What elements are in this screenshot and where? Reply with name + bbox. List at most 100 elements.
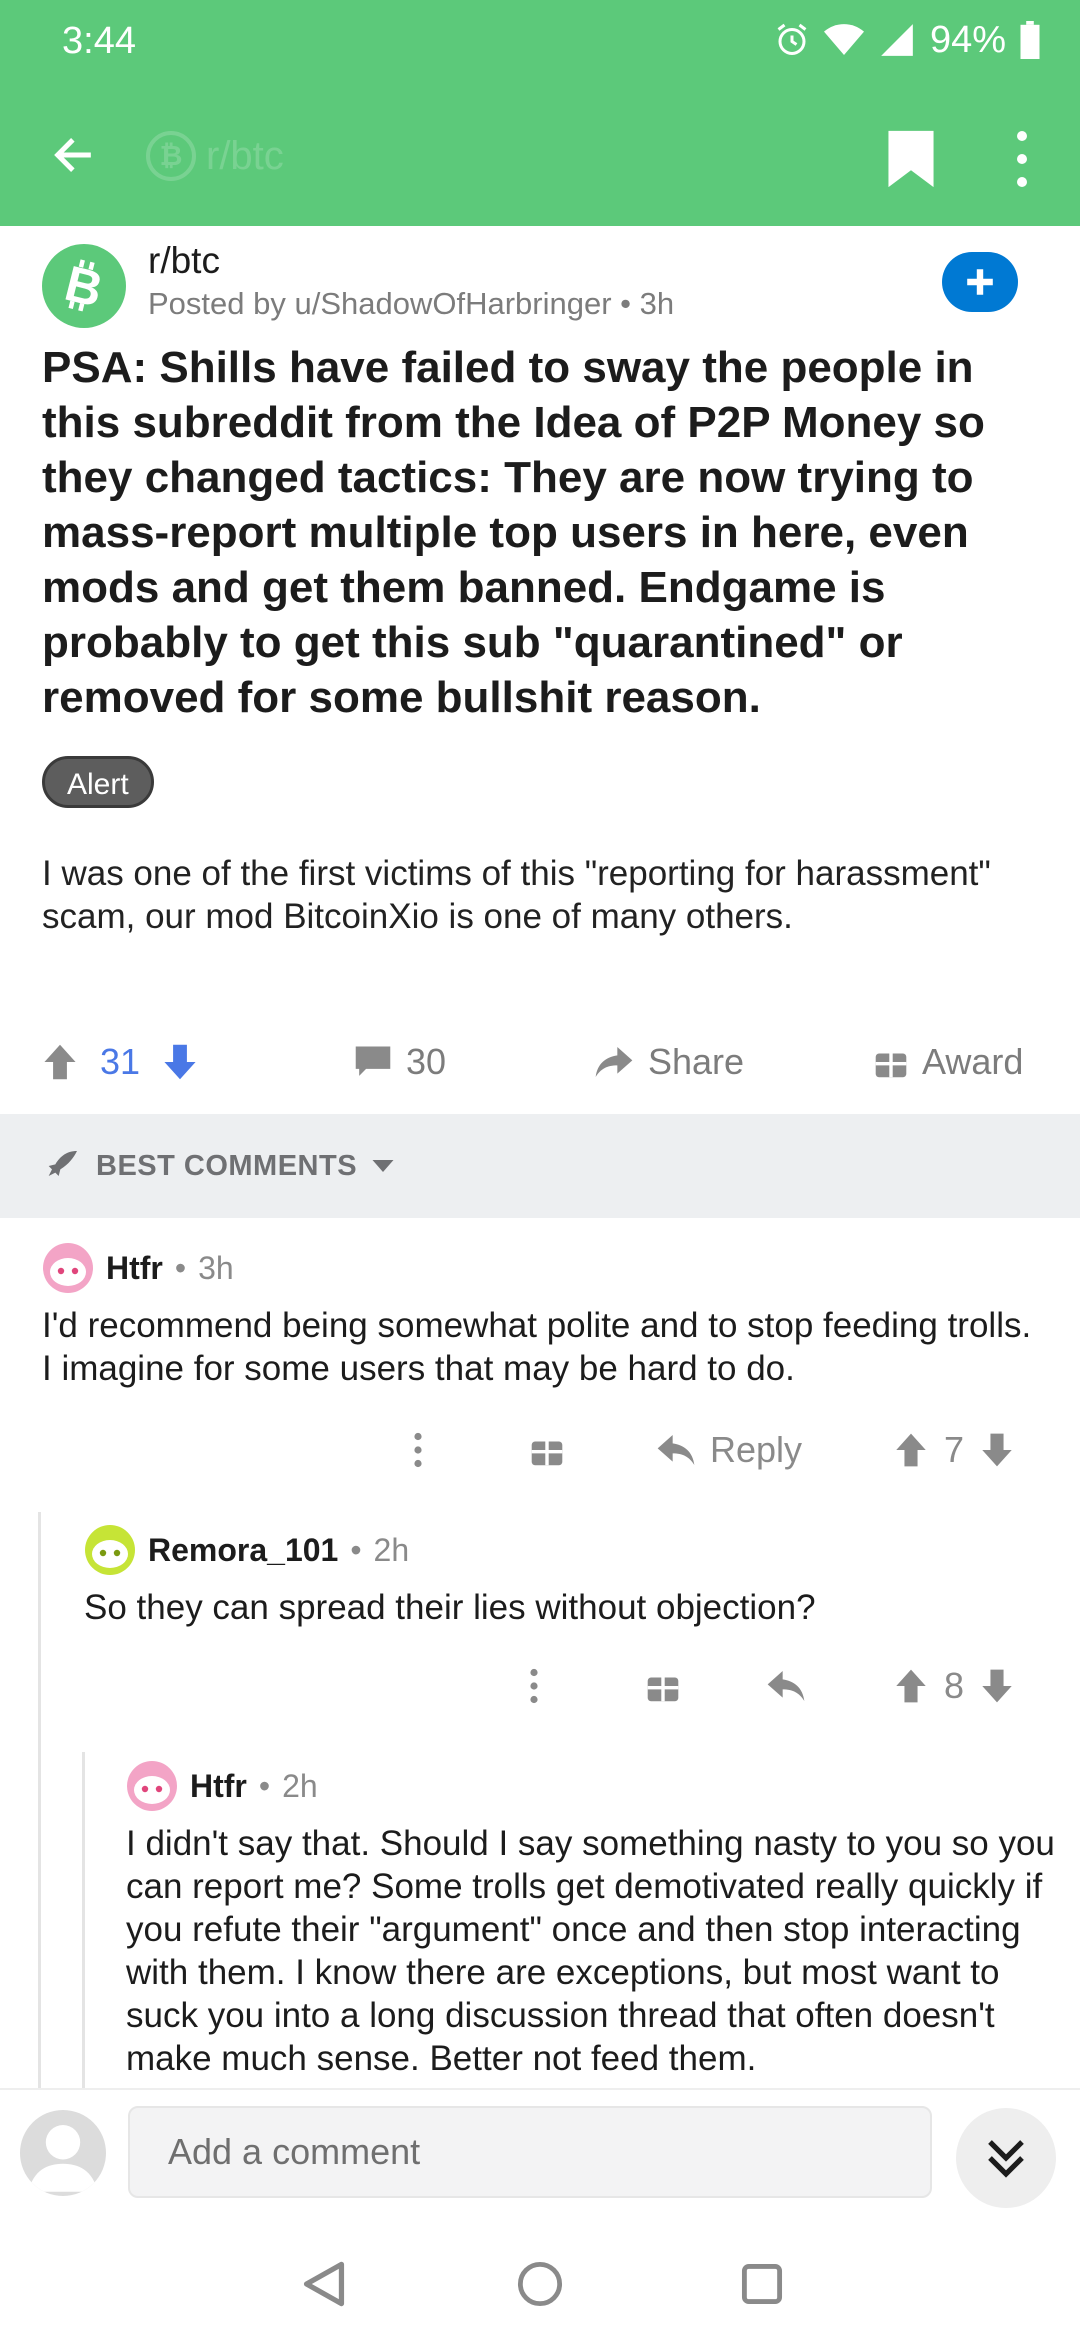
top-bar: 3:44 94% ₿ r/btc [0, 0, 1080, 226]
subreddit-avatar[interactable]: B [42, 244, 126, 328]
battery-percent: 94% [929, 18, 1006, 61]
avatar[interactable] [126, 1760, 178, 1812]
snoo-avatar-icon [127, 1761, 177, 1811]
plus-icon [967, 269, 993, 295]
comments-button[interactable]: 30 [354, 1030, 446, 1094]
triangle-back-icon [303, 2261, 345, 2307]
comment-reply-button[interactable]: Reply [656, 1420, 802, 1480]
comment-time: 2h [282, 1767, 318, 1804]
reply-icon [657, 1435, 695, 1465]
post-byline[interactable]: Posted by u/ShadowOfHarbringer • 3h [148, 286, 674, 322]
snoo-avatar-icon [43, 1243, 93, 1293]
comment-actions: 8 [84, 1656, 1042, 1716]
snoo-avatar-icon [85, 1525, 135, 1575]
double-chevron-down-icon [988, 2140, 1024, 2178]
rocket-icon [48, 1151, 77, 1176]
gift-icon [647, 1677, 679, 1702]
reply-label: Reply [710, 1429, 803, 1470]
comment: Remora_101 • 2h So they can spread their… [84, 1524, 1042, 1724]
comment-username[interactable]: Remora_101 [148, 1532, 338, 1569]
share-button[interactable]: Share [594, 1030, 744, 1094]
comment-header: Remora_101 • 2h [84, 1524, 409, 1576]
join-button[interactable] [942, 252, 1018, 312]
post-title: PSA: Shills have failed to sway the peop… [42, 343, 985, 722]
comment-count: 30 [406, 1041, 447, 1082]
user-avatar-icon [28, 2125, 98, 2192]
bookmark-button[interactable] [884, 128, 938, 190]
back-arrow-icon [54, 138, 91, 172]
signal-icon [881, 24, 913, 56]
comment-username[interactable]: Htfr [190, 1768, 247, 1805]
post-body: I was one of the first victims of this "… [42, 854, 991, 936]
sort-label: BEST COMMENTS [96, 1149, 358, 1182]
comment-body: I'd recommend being somewhat polite and … [42, 1306, 1032, 1388]
comment-sort-bar[interactable]: BEST COMMENTS [0, 1114, 1080, 1218]
more-vertical-icon [1017, 130, 1027, 141]
status-time: 3:44 [62, 20, 136, 62]
nav-recents-button[interactable] [732, 2254, 792, 2314]
upvote-icon[interactable] [894, 1668, 928, 1704]
back-button[interactable] [40, 122, 106, 188]
downvote-icon[interactable] [162, 1043, 198, 1081]
comment-vote-count: 8 [944, 1665, 965, 1706]
comment-separator: • [174, 1249, 187, 1286]
circle-home-icon [517, 2261, 563, 2307]
comment-input[interactable]: Add a comment [128, 2106, 932, 2198]
appbar-subreddit-name: r/btc [206, 133, 284, 178]
bitcoin-logo-icon: B [60, 256, 109, 316]
comment-separator: • [350, 1531, 362, 1568]
comment-reply-button[interactable] [766, 1656, 806, 1716]
collapse-threads-button[interactable] [956, 2108, 1056, 2208]
gift-icon [531, 1441, 563, 1466]
system-nav-bar [0, 2228, 1080, 2340]
avatar[interactable] [42, 1242, 94, 1294]
gift-icon [875, 1053, 907, 1078]
share-icon [595, 1047, 633, 1077]
comment-vote-count: 7 [944, 1429, 965, 1470]
comment-body: So they can spread their lies without ob… [84, 1588, 816, 1627]
upvote-icon[interactable] [42, 1043, 78, 1081]
app-bar: ₿ r/btc [0, 100, 1080, 210]
post-header: B r/btc Posted by u/ShadowOfHarbringer •… [0, 226, 1080, 336]
comment-time: 3h [198, 1249, 234, 1286]
award-button[interactable]: Award [874, 1030, 1023, 1094]
bookmark-icon [888, 130, 934, 188]
comment-username[interactable]: Htfr [106, 1250, 163, 1287]
nav-back-button[interactable] [294, 2254, 354, 2314]
chevron-down-icon [372, 1160, 394, 1172]
more-vertical-icon [414, 1432, 422, 1468]
post-subreddit-name[interactable]: r/btc [148, 240, 220, 282]
comment-award-button[interactable] [646, 1656, 680, 1716]
comment-more-button[interactable] [528, 1656, 540, 1716]
comment-separator: • [258, 1767, 271, 1804]
share-label: Share [648, 1041, 745, 1082]
avatar[interactable] [84, 1524, 136, 1576]
thread-line[interactable] [38, 1512, 41, 2088]
battery-icon [1020, 21, 1040, 59]
post-flair[interactable]: Alert [42, 756, 154, 808]
more-options-button[interactable] [1000, 124, 1044, 194]
upvote-icon[interactable] [894, 1432, 928, 1468]
comment-header: Htfr • 2h [126, 1760, 318, 1812]
comment-body: I didn't say that. Should I say somethin… [126, 1824, 1055, 2078]
post-actions: 31 30 Share Award [0, 1030, 1080, 1094]
appbar-subreddit: ₿ r/btc [146, 126, 284, 186]
comment-award-button[interactable] [530, 1420, 564, 1480]
alarm-icon [777, 23, 807, 55]
post-vote: 31 [42, 1030, 198, 1094]
downvote-icon[interactable] [980, 1432, 1014, 1468]
comment-composer-bar: Add a comment [0, 2088, 1080, 2228]
comment-time: 2h [373, 1531, 410, 1568]
thread-line[interactable] [82, 1752, 85, 2088]
comment-vote: 7 [894, 1420, 1014, 1480]
downvote-icon[interactable] [980, 1668, 1014, 1704]
comment: Htfr • 2h I didn't say that. Should I sa… [126, 1760, 1056, 2088]
status-bar: 3:44 94% [0, 0, 1080, 80]
avatar[interactable] [20, 2110, 106, 2196]
nav-home-button[interactable] [510, 2254, 570, 2314]
comment-more-button[interactable] [412, 1420, 424, 1480]
wifi-icon [823, 24, 864, 55]
comment-sort[interactable]: BEST COMMENTS [42, 1142, 395, 1190]
award-label: Award [922, 1041, 1024, 1082]
square-recents-icon [741, 2263, 783, 2305]
